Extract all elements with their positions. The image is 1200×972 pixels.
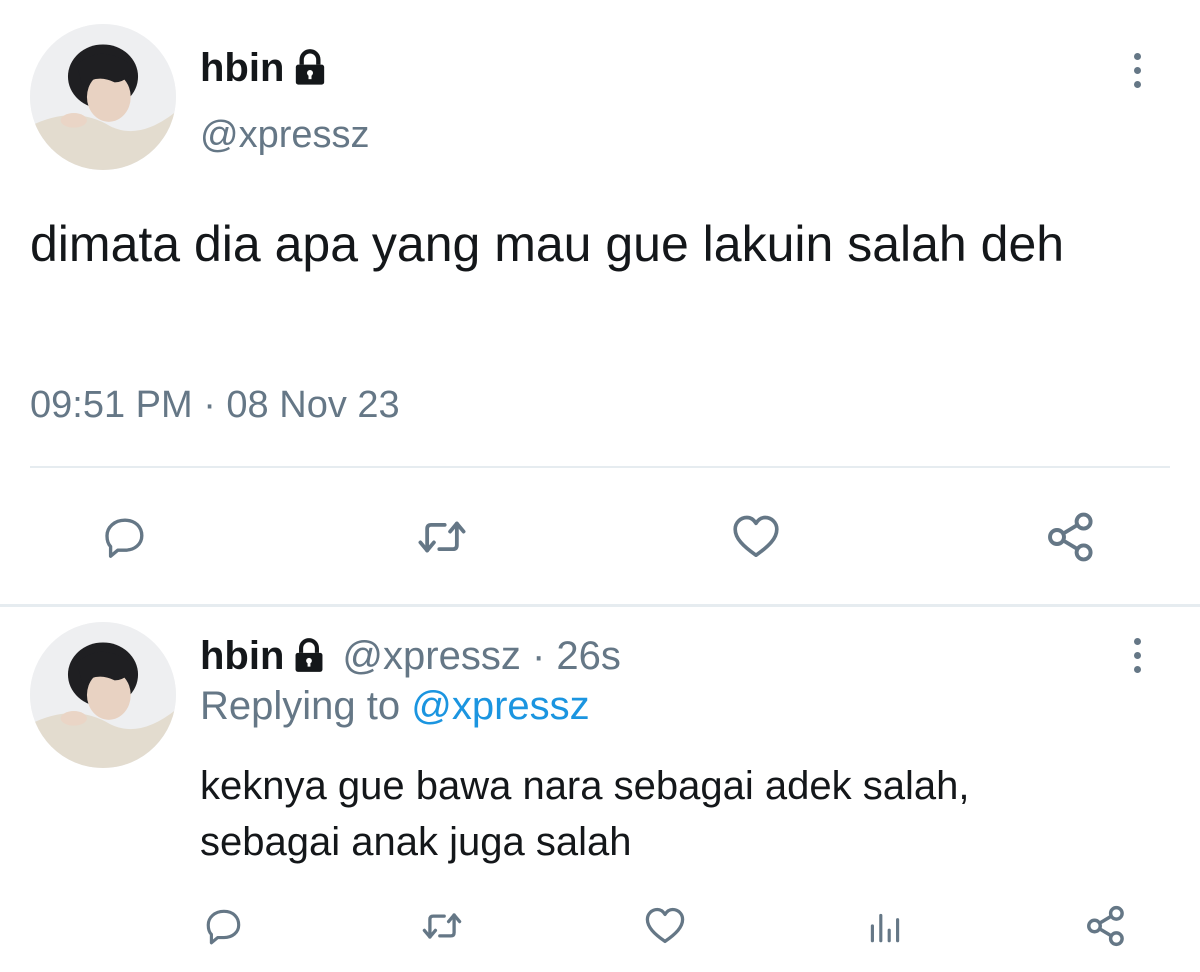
reply-tweet-text: keknya gue bawa nara sebagai adek salah,… [200, 758, 1160, 870]
meta-separator: · [531, 633, 546, 678]
reply-author-row: hbin @xpressz · 26s [200, 628, 621, 684]
divider [30, 466, 1170, 468]
replying-mention-link[interactable]: @xpressz [411, 684, 589, 728]
reply-icon [105, 518, 144, 558]
retweet-icon [418, 521, 466, 553]
main-tweet-avatar[interactable] [30, 24, 176, 170]
share-button[interactable] [1036, 502, 1106, 572]
retweet-button[interactable] [412, 896, 472, 956]
lock-icon [290, 48, 330, 88]
more-vertical-icon[interactable] [1130, 638, 1144, 673]
share-button[interactable] [1076, 896, 1136, 956]
analytics-icon [870, 913, 900, 943]
tweet-text: dimata dia apa yang mau gue lakuin salah… [30, 216, 1065, 272]
replying-to: Replying to @xpressz [200, 684, 590, 729]
retweet-icon [422, 913, 462, 939]
author-display-name[interactable]: hbin [200, 46, 284, 91]
section-divider [0, 604, 1200, 607]
reply-tweet-avatar[interactable] [30, 622, 176, 768]
retweet-button[interactable] [407, 502, 477, 572]
share-icon [1048, 512, 1093, 562]
main-author-row: hbin [200, 40, 330, 96]
like-button[interactable] [635, 896, 695, 956]
share-icon [1087, 905, 1124, 947]
like-icon [733, 515, 779, 558]
reply-button[interactable] [194, 896, 254, 956]
tweet-timestamp[interactable]: 09:51 PM · 08 Nov 23 [30, 384, 400, 427]
replying-prefix: Replying to [200, 684, 401, 728]
reply-text-line: sebagai anak juga salah [200, 820, 632, 864]
analytics-button[interactable] [855, 896, 915, 956]
avatar-photo [30, 622, 176, 768]
lock-icon [290, 637, 328, 675]
tweet-age[interactable]: 26s [556, 634, 621, 678]
avatar-photo [30, 24, 176, 170]
more-vertical-icon[interactable] [1130, 53, 1144, 88]
like-icon [645, 907, 685, 944]
like-button[interactable] [721, 502, 791, 572]
author-handle[interactable]: @xpressz [200, 114, 370, 157]
author-handle[interactable]: @xpressz [342, 634, 520, 678]
reply-button[interactable] [90, 502, 160, 572]
reply-text-line: keknya gue bawa nara sebagai adek salah, [200, 764, 970, 808]
author-display-name[interactable]: hbin [200, 634, 284, 679]
reply-icon [206, 909, 241, 945]
